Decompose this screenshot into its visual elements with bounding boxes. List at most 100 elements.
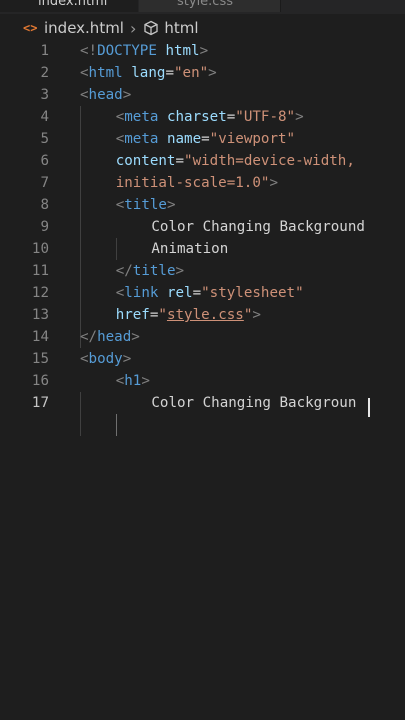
code-token: "stylesheet" <box>201 285 304 301</box>
code-token: rel <box>166 285 193 301</box>
code-content: <title> <box>116 194 176 216</box>
code-content: <!DOCTYPE html> <box>80 40 208 62</box>
code-line[interactable]: 7 initial-scale=1.0"> <box>0 172 405 194</box>
line-number: 5 <box>40 131 49 147</box>
code-content: <head> <box>80 84 131 106</box>
code-line[interactable]: 10 Animation <box>0 238 405 260</box>
code-token: lang <box>131 65 166 81</box>
code-line[interactable]: 12 <link rel="stylesheet" <box>0 282 405 304</box>
code-line[interactable]: 14 </head> <box>0 326 405 348</box>
line-number: 16 <box>31 373 49 389</box>
code-content: content="width=device-width, <box>116 150 355 172</box>
line-number: 2 <box>40 65 49 81</box>
code-token: > <box>252 307 261 323</box>
code-token: link <box>124 285 159 301</box>
code-content: <meta charset="UTF-8"> <box>116 106 304 128</box>
tab-style-css[interactable]: style.css <box>139 0 281 12</box>
code-token: Animation <box>151 241 229 257</box>
code-line[interactable]: 9 Color Changing Background <box>0 216 405 238</box>
code-token: head <box>97 329 132 345</box>
code-content: href="style.css"> <box>116 304 261 326</box>
code-line[interactable]: 15 <body> <box>0 348 405 370</box>
text-cursor <box>368 398 370 417</box>
code-line[interactable]: 13 href="style.css"> <box>0 304 405 326</box>
code-token: > <box>141 373 150 389</box>
code-token: "en" <box>173 65 209 81</box>
code-token: < <box>115 197 125 213</box>
breadcrumb-element[interactable]: html <box>164 19 198 37</box>
code-content: initial-scale=1.0"> <box>116 172 278 194</box>
code-token: > <box>122 351 132 367</box>
code-token: > <box>122 87 132 103</box>
code-token: "width=device-width, <box>184 153 355 169</box>
line-number: 6 <box>40 153 49 169</box>
code-token: > <box>295 109 304 125</box>
code-content: Color Changing Background <box>151 216 365 238</box>
code-token: > <box>131 329 140 345</box>
element-cube-icon <box>142 19 160 37</box>
code-line[interactable]: 2 <html lang="en"> <box>0 62 405 84</box>
code-token: < <box>115 109 125 125</box>
code-content: <link rel="stylesheet" <box>116 282 304 304</box>
code-token: href <box>115 307 150 323</box>
line-number: 13 <box>31 307 49 323</box>
code-line[interactable]: 8 <title> <box>0 194 405 216</box>
tab-index-html[interactable]: index.html <box>0 0 138 12</box>
code-content: </title> <box>116 260 184 282</box>
code-token: > <box>199 43 209 59</box>
indent-guide <box>116 414 117 436</box>
line-number: 17 <box>31 395 49 411</box>
line-number: 14 <box>31 329 49 345</box>
line-number: 4 <box>40 109 49 125</box>
code-content: <h1> <box>116 370 150 392</box>
code-token: initial-scale=1.0" <box>115 175 270 191</box>
breadcrumb-file[interactable]: index.html <box>44 19 124 37</box>
line-number: 3 <box>40 87 49 103</box>
code-token: </ <box>80 329 98 345</box>
code-token: > <box>208 65 217 81</box>
code-token: = <box>175 153 185 169</box>
code-token: < <box>115 285 125 301</box>
code-line[interactable]: 4 <meta charset="UTF-8"> <box>0 106 405 128</box>
code-content: <meta name="viewport" <box>116 128 295 150</box>
line-number: 11 <box>31 263 49 279</box>
line-number: 1 <box>40 43 49 59</box>
code-token: "viewport" <box>209 131 296 147</box>
code-content: </head> <box>80 326 140 348</box>
code-token: body <box>88 351 123 367</box>
code-token: <! <box>80 43 98 59</box>
code-token: meta <box>124 131 159 147</box>
line-number: 12 <box>31 285 49 301</box>
breadcrumb: <> index.html › html <box>0 14 405 42</box>
code-line[interactable]: 6 content="width=device-width, <box>0 150 405 172</box>
code-token: charset <box>166 109 227 125</box>
code-line[interactable]: 11 </title> <box>0 260 405 282</box>
code-content: <body> <box>80 348 131 370</box>
code-token: "UTF-8" <box>235 109 296 125</box>
code-editor[interactable]: 1 <!DOCTYPE html> 2 <html lang="en"> 3 <head>… <box>0 40 405 720</box>
code-line[interactable]: 16 <h1> <box>0 370 405 392</box>
code-token: " <box>158 307 167 323</box>
line-number: 15 <box>31 351 49 367</box>
code-token: Color Changing Backgroun <box>151 395 357 411</box>
code-content: Animation <box>151 238 228 260</box>
code-token: = <box>201 131 210 147</box>
code-line[interactable]: 3 <head> <box>0 84 405 106</box>
code-token: title <box>132 263 176 279</box>
code-token: </ <box>115 263 133 279</box>
code-token: head <box>88 87 123 103</box>
code-token: < <box>115 131 125 147</box>
code-line[interactable]: 1 <!DOCTYPE html> <box>0 40 405 62</box>
code-line[interactable]: 17 Color Changing Backgroun <box>0 392 405 414</box>
code-line[interactable]: 5 <meta name="viewport" <box>0 128 405 150</box>
code-content: Color Changing Backgroun <box>151 392 356 414</box>
code-token: html <box>88 65 123 81</box>
code-token: > <box>166 197 176 213</box>
code-content: <html lang="en"> <box>80 62 217 84</box>
line-number: 8 <box>40 197 49 213</box>
code-token: > <box>175 263 185 279</box>
file-link[interactable]: style.css <box>167 307 244 323</box>
line-number: 7 <box>40 175 49 191</box>
